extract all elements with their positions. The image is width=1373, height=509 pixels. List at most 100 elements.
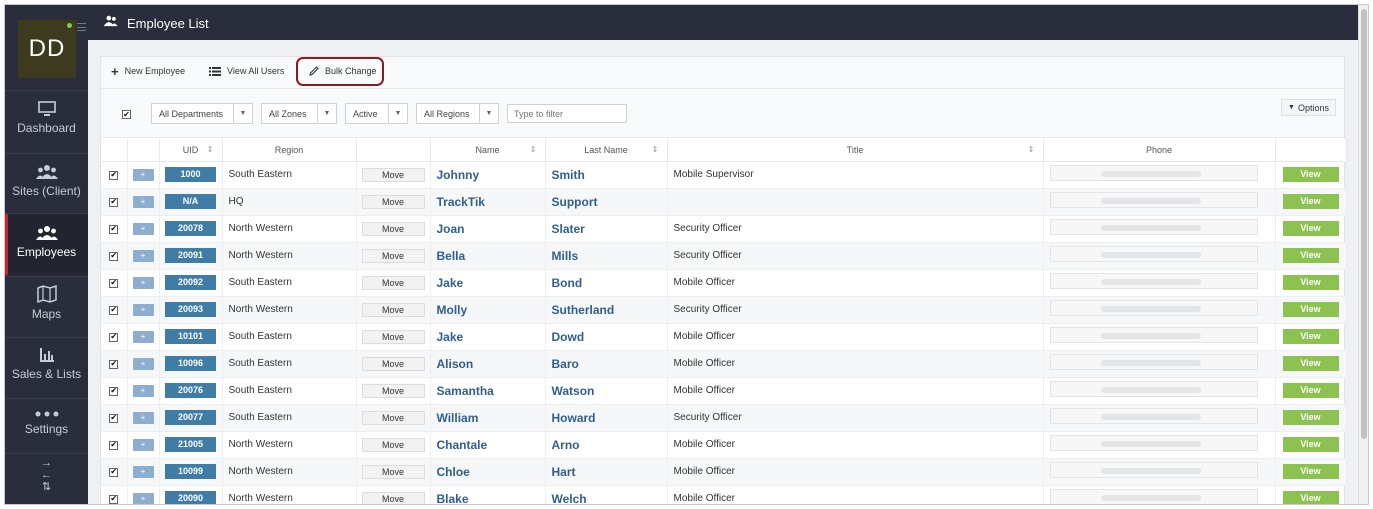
row-checkbox[interactable]: ✔ bbox=[109, 170, 119, 180]
view-button[interactable]: View bbox=[1282, 383, 1339, 398]
move-button[interactable]: Move bbox=[361, 383, 425, 398]
view-button[interactable]: View bbox=[1282, 248, 1339, 263]
employee-first-name-link[interactable]: Chloe bbox=[437, 465, 470, 479]
uid-badge[interactable]: 1000 bbox=[165, 167, 216, 182]
department-select[interactable]: All Departments ▼ bbox=[151, 103, 253, 124]
sidebar-item-dashboard[interactable]: Dashboard bbox=[5, 97, 88, 149]
zone-select[interactable]: All Zones ▼ bbox=[261, 103, 337, 124]
employee-first-name-link[interactable]: Molly bbox=[437, 303, 468, 317]
employee-first-name-link[interactable]: Jake bbox=[437, 330, 464, 344]
uid-badge[interactable]: 20078 bbox=[165, 221, 216, 236]
view-button[interactable]: View bbox=[1282, 491, 1339, 504]
expand-row-button[interactable]: + bbox=[132, 303, 154, 316]
expand-row-button[interactable]: + bbox=[132, 357, 154, 370]
column-header-last-name[interactable]: Last Name ⇕ bbox=[545, 139, 668, 162]
uid-badge[interactable]: 20093 bbox=[165, 302, 216, 317]
column-header-phone[interactable]: Phone bbox=[1043, 139, 1276, 162]
scrollbar-thumb[interactable] bbox=[1361, 9, 1367, 439]
employee-last-name-link[interactable]: Sutherland bbox=[552, 303, 615, 317]
employee-last-name-link[interactable]: Howard bbox=[552, 411, 596, 425]
move-button[interactable]: Move bbox=[361, 329, 425, 344]
view-button[interactable]: View bbox=[1282, 221, 1339, 236]
uid-badge[interactable]: N/A bbox=[165, 194, 216, 209]
employee-last-name-link[interactable]: Slater bbox=[552, 222, 585, 236]
move-button[interactable]: Move bbox=[361, 221, 425, 236]
employee-last-name-link[interactable]: Mills bbox=[552, 249, 579, 263]
row-checkbox[interactable]: ✔ bbox=[109, 197, 119, 207]
employee-first-name-link[interactable]: Joan bbox=[437, 222, 465, 236]
sidebar-item-employees[interactable]: Employees bbox=[5, 214, 88, 275]
column-header-name[interactable]: Name ⇕ bbox=[430, 139, 546, 162]
employee-last-name-link[interactable]: Welch bbox=[552, 492, 587, 505]
expand-row-button[interactable]: + bbox=[132, 222, 154, 235]
view-button[interactable]: View bbox=[1282, 437, 1339, 452]
move-button[interactable]: Move bbox=[361, 194, 425, 209]
column-header-region[interactable]: Region bbox=[222, 139, 357, 162]
move-button[interactable]: Move bbox=[361, 410, 425, 425]
sidebar-item-settings[interactable]: Settings bbox=[5, 410, 88, 455]
uid-badge[interactable]: 20077 bbox=[165, 410, 216, 425]
row-checkbox[interactable]: ✔ bbox=[109, 494, 119, 504]
view-button[interactable]: View bbox=[1282, 302, 1339, 317]
column-header-title[interactable]: Title ⇕ bbox=[667, 139, 1044, 162]
expand-row-button[interactable]: + bbox=[132, 168, 154, 181]
view-button[interactable]: View bbox=[1282, 194, 1339, 209]
view-button[interactable]: View bbox=[1282, 410, 1339, 425]
move-button[interactable]: Move bbox=[361, 302, 425, 317]
options-button[interactable]: ▼ Options bbox=[1281, 99, 1336, 116]
uid-badge[interactable]: 10099 bbox=[165, 464, 216, 479]
select-all-checkbox[interactable]: ✔ bbox=[122, 110, 131, 119]
row-checkbox[interactable]: ✔ bbox=[109, 251, 119, 261]
move-button[interactable]: Move bbox=[361, 248, 425, 263]
expand-row-button[interactable]: + bbox=[132, 465, 154, 478]
row-checkbox[interactable]: ✔ bbox=[109, 305, 119, 315]
row-checkbox[interactable]: ✔ bbox=[109, 467, 119, 477]
move-button[interactable]: Move bbox=[361, 167, 425, 182]
sidebar-collapse-toggle[interactable]: → ← ⇅ bbox=[5, 457, 88, 493]
view-button[interactable]: View bbox=[1282, 464, 1339, 479]
move-button[interactable]: Move bbox=[361, 491, 425, 504]
employee-last-name-link[interactable]: Support bbox=[552, 195, 598, 209]
employee-last-name-link[interactable]: Bond bbox=[552, 276, 583, 290]
expand-row-button[interactable]: + bbox=[132, 492, 154, 504]
expand-row-button[interactable]: + bbox=[132, 330, 154, 343]
row-checkbox[interactable]: ✔ bbox=[109, 413, 119, 423]
move-button[interactable]: Move bbox=[361, 275, 425, 290]
employee-last-name-link[interactable]: Watson bbox=[552, 384, 595, 398]
region-select[interactable]: All Regions ▼ bbox=[416, 103, 499, 124]
sidebar-item-maps[interactable]: Maps bbox=[5, 283, 88, 335]
employee-first-name-link[interactable]: Jake bbox=[437, 276, 464, 290]
employee-last-name-link[interactable]: Arno bbox=[552, 438, 580, 452]
expand-row-button[interactable]: + bbox=[132, 249, 154, 262]
uid-badge[interactable]: 10101 bbox=[165, 329, 216, 344]
expand-row-button[interactable]: + bbox=[132, 438, 154, 451]
row-checkbox[interactable]: ✔ bbox=[109, 278, 119, 288]
row-checkbox[interactable]: ✔ bbox=[109, 386, 119, 396]
employee-first-name-link[interactable]: Samantha bbox=[437, 384, 494, 398]
uid-badge[interactable]: 20092 bbox=[165, 275, 216, 290]
move-button[interactable]: Move bbox=[361, 464, 425, 479]
sidebar-item-sales-lists[interactable]: Sales & Lists bbox=[5, 345, 88, 397]
employee-first-name-link[interactable]: Alison bbox=[437, 357, 474, 371]
uid-badge[interactable]: 21005 bbox=[165, 437, 216, 452]
view-button[interactable]: View bbox=[1282, 167, 1339, 182]
avatar[interactable]: DD bbox=[18, 20, 76, 78]
uid-badge[interactable]: 20076 bbox=[165, 383, 216, 398]
uid-badge[interactable]: 20090 bbox=[165, 491, 216, 504]
view-all-users-button[interactable]: View All Users bbox=[209, 66, 284, 76]
column-header-uid[interactable]: UID ⇕ bbox=[159, 139, 223, 162]
view-button[interactable]: View bbox=[1282, 356, 1339, 371]
expand-row-button[interactable]: + bbox=[132, 195, 154, 208]
row-checkbox[interactable]: ✔ bbox=[109, 332, 119, 342]
employee-last-name-link[interactable]: Hart bbox=[552, 465, 576, 479]
employee-first-name-link[interactable]: Blake bbox=[437, 492, 469, 505]
expand-row-button[interactable]: + bbox=[132, 384, 154, 397]
move-button[interactable]: Move bbox=[361, 437, 425, 452]
expand-row-button[interactable]: + bbox=[132, 411, 154, 424]
employee-last-name-link[interactable]: Dowd bbox=[552, 330, 585, 344]
employee-first-name-link[interactable]: Chantale bbox=[437, 438, 488, 452]
row-checkbox[interactable]: ✔ bbox=[109, 224, 119, 234]
employee-first-name-link[interactable]: Bella bbox=[437, 249, 466, 263]
move-button[interactable]: Move bbox=[361, 356, 425, 371]
employee-first-name-link[interactable]: TrackTik bbox=[437, 195, 485, 209]
